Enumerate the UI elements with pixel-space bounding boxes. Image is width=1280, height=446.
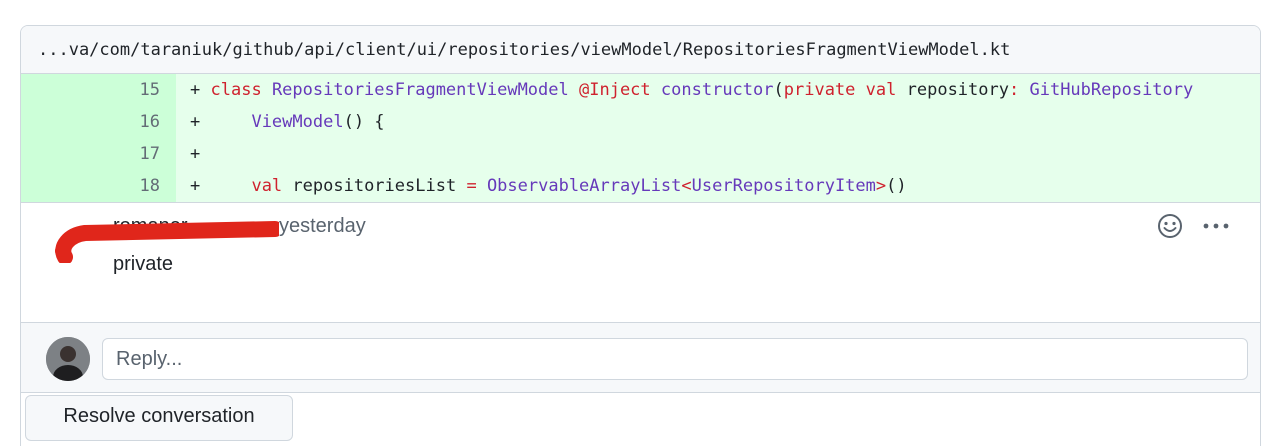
type-name: ViewModel xyxy=(251,112,344,132)
code: + class RepositoriesFragmentViewModel @I… xyxy=(176,80,1193,100)
add-marker: + xyxy=(190,176,201,196)
review-comment: romaner yesterday private xyxy=(21,203,1260,323)
class-name: RepositoriesFragmentViewModel xyxy=(271,80,569,100)
colon: : xyxy=(1008,80,1020,100)
reply-area xyxy=(21,323,1260,393)
diff-line: 15 + class RepositoriesFragmentViewModel… xyxy=(21,74,1260,106)
review-thread-card: ...va/com/taraniuk/github/api/client/ui/… xyxy=(20,25,1261,446)
reply-input[interactable] xyxy=(102,338,1248,380)
operator: = xyxy=(466,176,477,196)
add-marker: + xyxy=(190,144,201,164)
add-marker: + xyxy=(190,80,201,100)
code-rest: () xyxy=(886,176,907,196)
comment-body: private xyxy=(113,253,174,275)
type-name: ObservableArrayList xyxy=(486,176,682,196)
line-number[interactable]: 18 xyxy=(21,170,176,202)
constructor-keyword: constructor xyxy=(660,80,774,100)
line-number[interactable]: 17 xyxy=(21,138,176,170)
line-number[interactable]: 15 xyxy=(21,74,176,106)
keyword: val xyxy=(251,176,283,196)
code: + xyxy=(176,144,200,164)
keyword: private xyxy=(783,80,856,100)
code-rest: () { xyxy=(343,112,385,132)
diff-hunk: 15 + class RepositoriesFragmentViewModel… xyxy=(21,74,1260,203)
line-number[interactable]: 16 xyxy=(21,106,176,138)
keyword: val xyxy=(865,80,897,100)
code: + ViewModel() { xyxy=(176,112,385,132)
file-path-header[interactable]: ...va/com/taraniuk/github/api/client/ui/… xyxy=(21,26,1260,74)
annotation: @Inject xyxy=(579,80,651,100)
user-avatar[interactable] xyxy=(46,337,90,381)
add-marker: + xyxy=(190,112,201,132)
type-name: GitHubRepository xyxy=(1029,80,1194,100)
param-name: repository xyxy=(906,80,1009,100)
file-path: ...va/com/taraniuk/github/api/client/ui/… xyxy=(38,39,1011,60)
keyword: class xyxy=(210,80,262,100)
diff-line: 16 + ViewModel() { xyxy=(21,106,1260,138)
code: + val repositoriesList = ObservableArray… xyxy=(176,176,907,196)
kebab-menu-icon[interactable] xyxy=(1199,211,1233,241)
generic-close: > xyxy=(875,176,887,196)
diff-line: 18 + val repositoriesList = ObservableAr… xyxy=(21,170,1260,202)
variable-name: repositoriesList xyxy=(292,176,457,196)
diff-line: 17 + xyxy=(21,138,1260,170)
resolve-conversation-button[interactable]: Resolve conversation xyxy=(25,395,293,441)
comment-timestamp[interactable]: yesterday xyxy=(279,215,366,238)
paren: ( xyxy=(773,80,784,100)
smiley-icon[interactable] xyxy=(1155,211,1185,241)
generic-open: < xyxy=(681,176,692,196)
generic-type: UserRepositoryItem xyxy=(691,176,876,196)
